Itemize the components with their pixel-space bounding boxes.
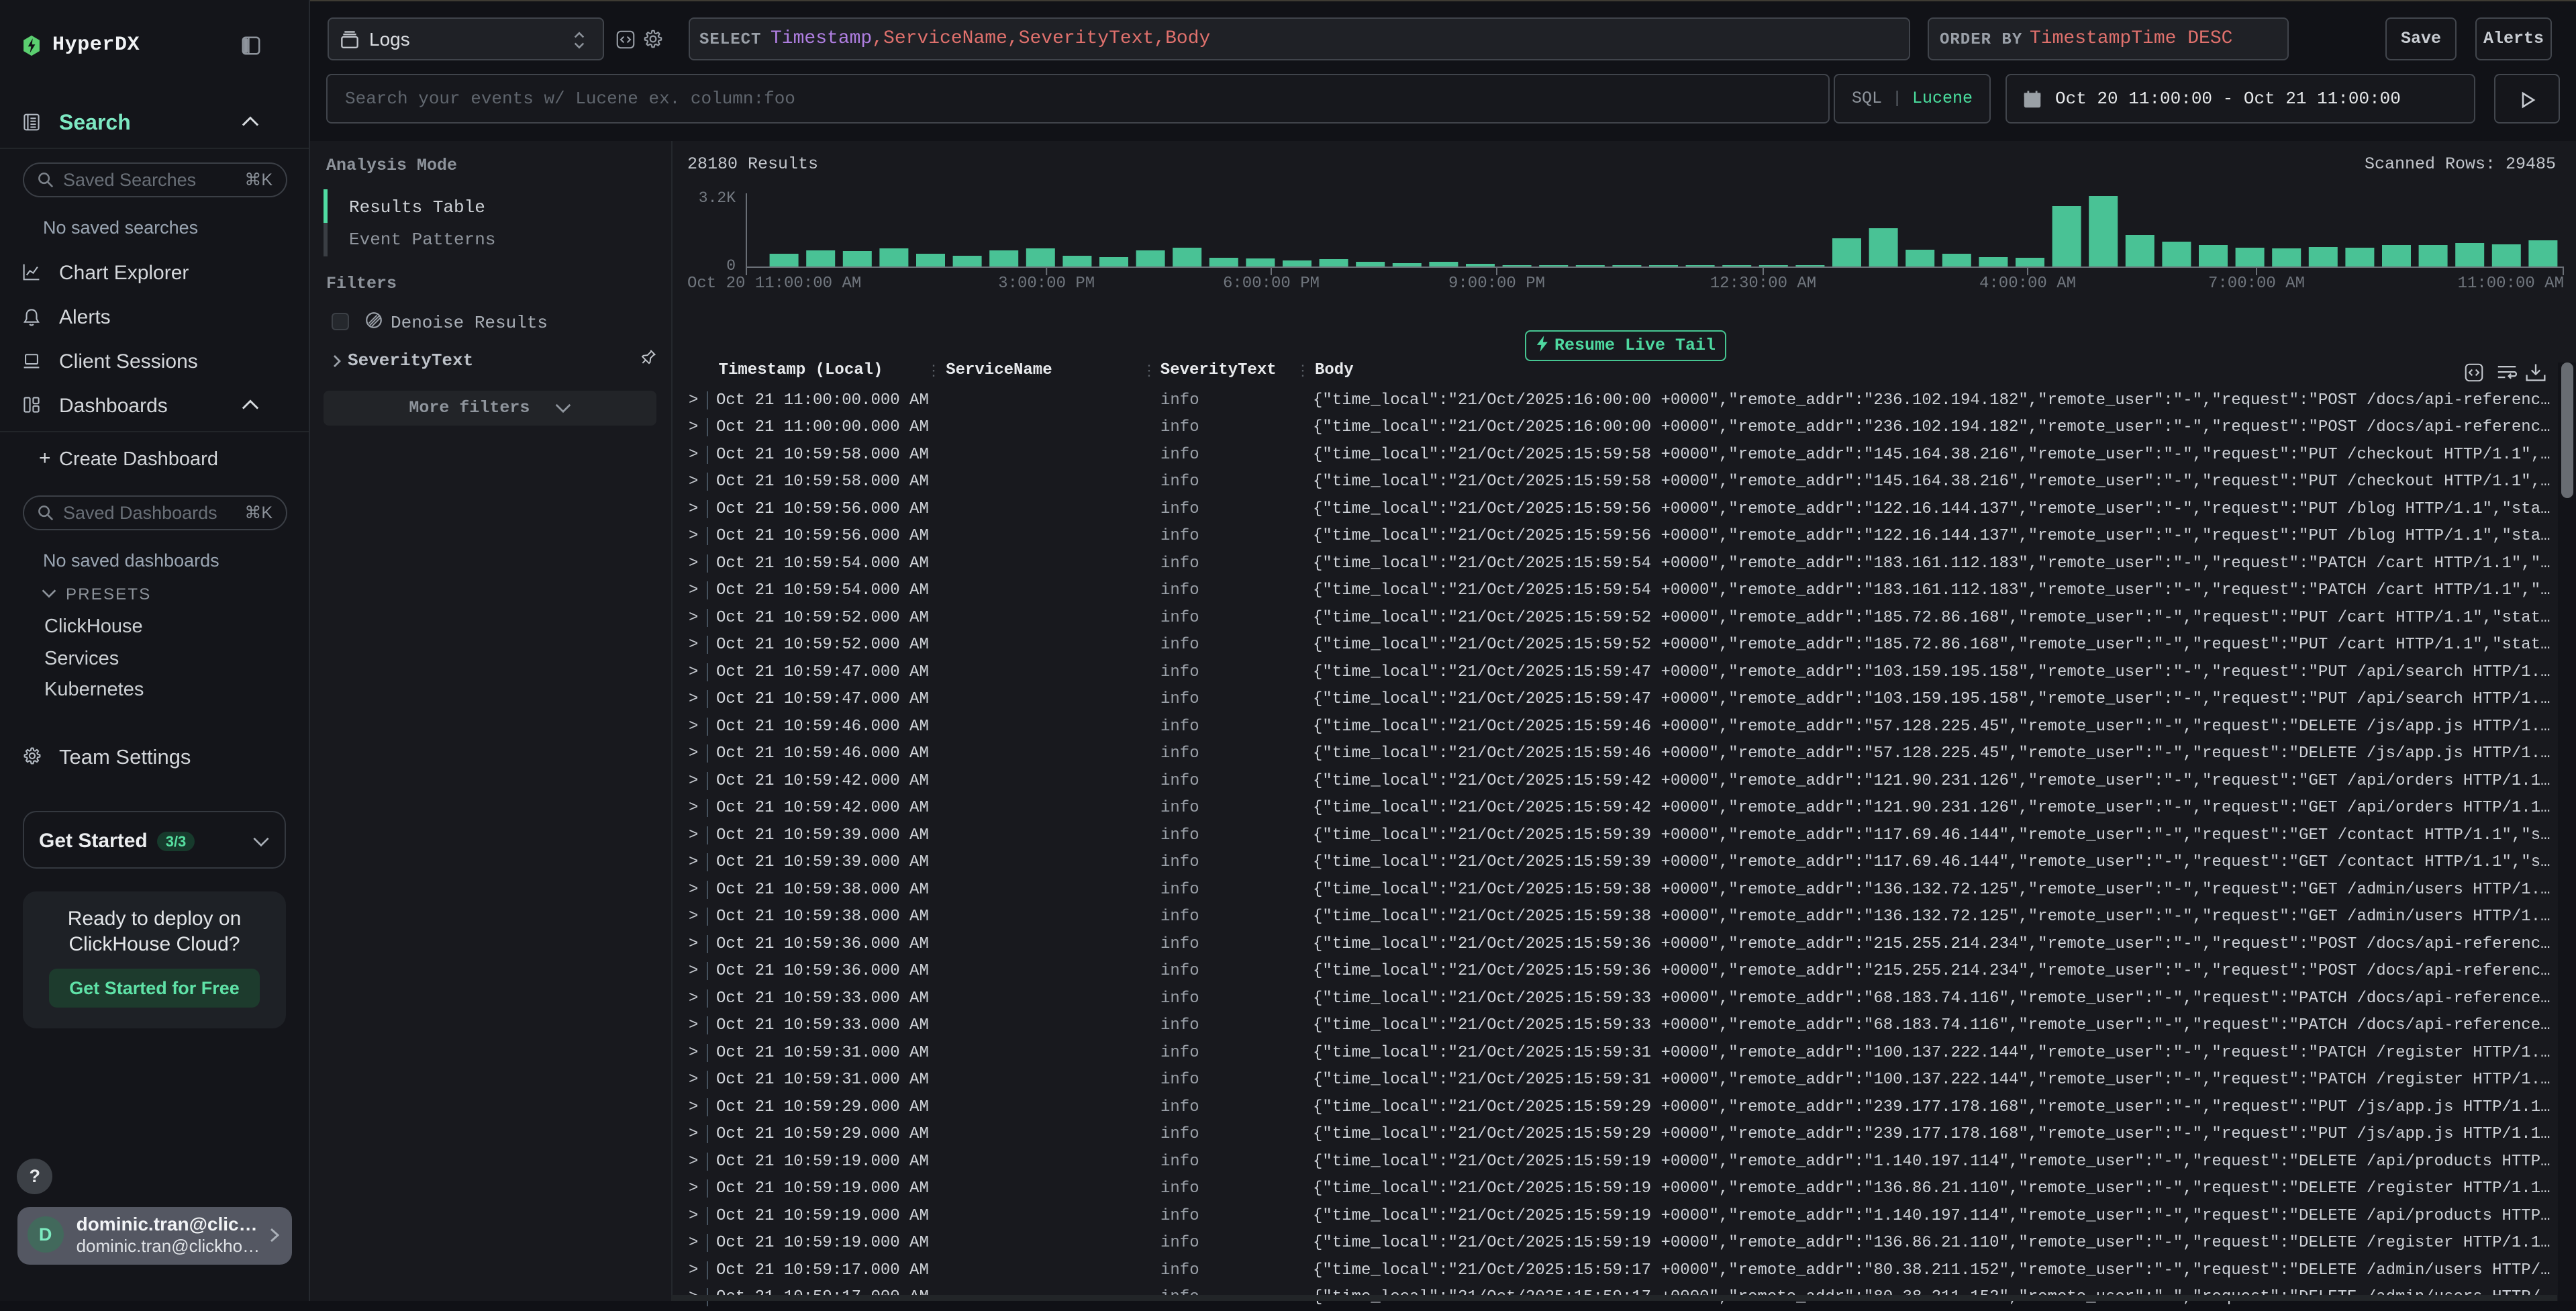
svg-text:3:00:00 PM: 3:00:00 PM [998, 275, 1095, 293]
svg-text:Oct 20 11:00:00 AM: Oct 20 11:00:00 AM [687, 275, 861, 293]
svg-text:7:00:00 AM: 7:00:00 AM [2208, 275, 2305, 293]
svg-text:3.2K: 3.2K [699, 189, 736, 207]
svg-text:0: 0 [726, 257, 736, 275]
svg-text:4:00:00 AM: 4:00:00 AM [1979, 275, 2076, 293]
svg-text:12:30:00 AM: 12:30:00 AM [1710, 275, 1816, 293]
svg-text:6:00:00 PM: 6:00:00 PM [1223, 275, 1320, 293]
svg-text:11:00:00 AM: 11:00:00 AM [2458, 275, 2564, 293]
svg-text:9:00:00 PM: 9:00:00 PM [1448, 275, 1545, 293]
